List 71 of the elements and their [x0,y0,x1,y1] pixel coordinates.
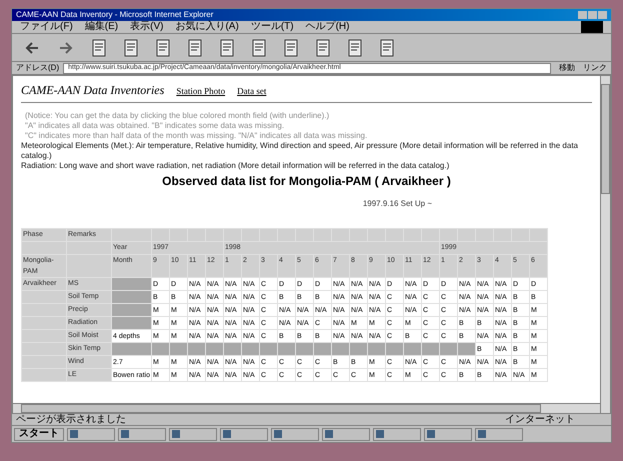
start-button[interactable]: スタート [14,428,64,440]
page-icon[interactable] [316,38,330,56]
page-icon[interactable] [124,38,138,56]
go-button[interactable]: 移動 [555,62,579,74]
horizontal-scrollbar[interactable] [13,403,600,413]
taskbar-button[interactable] [67,428,115,440]
shaded-cell [112,278,151,290]
shaded-cell [332,343,349,355]
note-text: Radiation: Long wave and short wave radiation, net radiation (More detail information will be referred in the data catalog.) [21,161,450,171]
note-text: Meteorological Elements (Met.): Air temperature, Relative humidity, Wind direction and speed, Air pressure (More detail information will be referred in the data catalog.) [21,141,579,161]
shaded-cell [242,343,259,355]
shaded-cell [112,317,151,329]
window-title: CAME-AAN Data Inventory - Microsoft Internet Explorer [16,11,214,19]
shaded-cell [224,343,241,355]
shaded-cell [314,343,331,355]
page-icon[interactable] [188,38,202,56]
page-icon[interactable] [252,38,266,56]
shaded-cell [260,343,277,355]
menu-item[interactable]: 編集(E) [84,22,118,32]
taskbar-button[interactable] [220,428,268,440]
page-icon[interactable] [220,38,234,56]
nav-link[interactable]: Data set [237,85,266,98]
menu-item[interactable]: ヘルプ(H) [306,22,350,32]
menu-item[interactable]: 表示(V) [130,22,164,32]
nav-link[interactable]: Station Photo [176,85,226,98]
site-title: CAME-AAN Data Inventories [21,82,164,99]
note-text: "A" indicates all data was obtained. "B" indicates some data was missing. [24,121,286,131]
shaded-cell [350,343,367,355]
shaded-cell [368,343,385,355]
taskbar-button[interactable] [271,428,319,440]
shaded-cell [404,343,421,355]
address-label: アドレス(D) [16,62,60,74]
shaded-cell [422,343,439,355]
menu-item[interactable]: ツール(T) [250,22,294,32]
back-arrow-icon[interactable] [24,40,40,56]
setup-date: 1997.9.16 Set Up ~ [362,198,432,210]
page-heading: Observed data list for Mongolia-PAM ( Arvaikheer ) [161,173,452,190]
shaded-cell [278,343,295,355]
zone-text: インターネット [505,414,575,424]
page-icon[interactable] [284,38,298,56]
shaded-cell [152,343,169,355]
scroll-thumb[interactable] [601,84,610,194]
taskbar-button[interactable] [118,428,166,440]
note-text: "C" indicates more than half data of the month was missing. "N/A" indicates all data was missing. [24,131,368,141]
vertical-scrollbar[interactable] [600,76,610,413]
shaded-cell [206,343,223,355]
taskbar-button[interactable] [322,428,370,440]
page-icon[interactable] [92,38,106,56]
shaded-cell [170,343,187,355]
shaded-cell [112,304,151,316]
shaded-cell [296,343,313,355]
links-label: リンク [583,62,607,74]
shaded-cell [112,343,151,355]
menu-item[interactable]: ファイル(F) [20,22,73,32]
taskbar-button[interactable] [373,428,421,440]
scroll-thumb[interactable] [21,404,541,413]
taskbar-button[interactable] [424,428,472,440]
shaded-cell [440,343,457,355]
shaded-cell [458,343,475,355]
shaded-cell [188,343,205,355]
taskbar-button[interactable] [475,428,523,440]
page-icon[interactable] [348,38,362,56]
menu-item[interactable]: お気に入り(A) [175,22,239,32]
taskbar-button[interactable] [169,428,217,440]
page-icon[interactable] [156,38,170,56]
shaded-cell [386,343,403,355]
status-text: ページが表示されました [16,414,126,424]
page-icon[interactable] [380,38,394,56]
forward-arrow-icon[interactable] [58,40,74,56]
note-text: (Notice: You can get the data by clicking the blue colored month field (with underline).) [24,111,330,121]
shaded-cell [112,291,151,303]
